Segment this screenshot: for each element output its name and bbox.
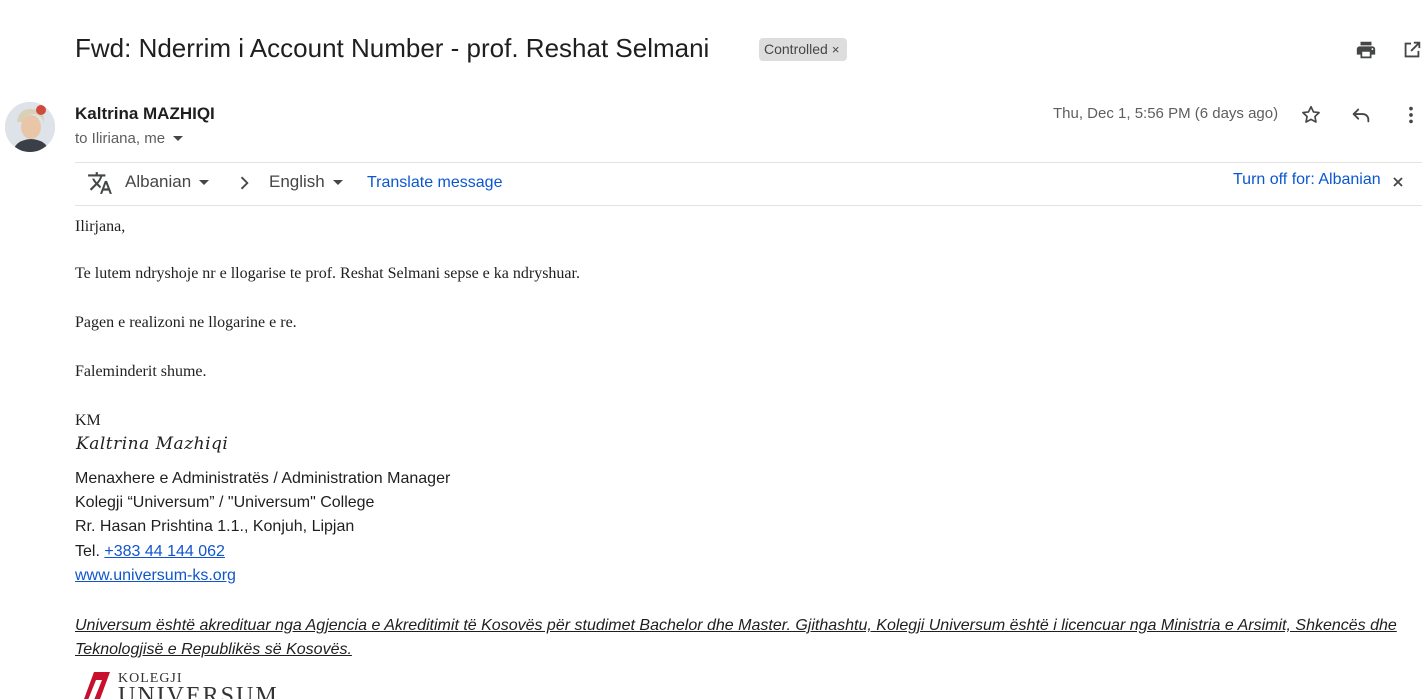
sender-avatar[interactable] (5, 102, 55, 152)
chevron-down-icon[interactable] (173, 136, 184, 141)
target-language-select[interactable]: English (269, 172, 343, 192)
tel-prefix: Tel. (75, 543, 100, 560)
email-subject: Fwd: Nderrim i Account Number - prof. Re… (75, 33, 710, 63)
label-chip-text: Controlled (764, 41, 828, 57)
print-icon[interactable] (1353, 37, 1379, 63)
accreditation-disclaimer: Universum është akredituar nga Agjencia … (75, 617, 1397, 658)
website-link[interactable]: www.universum-ks.org (75, 567, 236, 585)
signature-title: Menaxhere e Administratës / Administrati… (75, 470, 451, 487)
recipients-text: to Iliriana, me (75, 130, 166, 147)
reply-icon[interactable] (1348, 102, 1374, 128)
chevron-down-icon (199, 180, 210, 186)
target-language-label: English (269, 172, 325, 191)
turn-off-translation-link[interactable]: Turn off for: Albanian (1233, 171, 1381, 189)
logo-big-text: UNIVERSUM (118, 683, 279, 699)
more-vert-icon[interactable] (1398, 102, 1422, 128)
email-date: Thu, Dec 1, 5:56 PM (6 days ago) (1053, 105, 1279, 122)
body-line-3: Faleminderit shume. (75, 363, 207, 380)
handwritten-signature: Kaltrina Mazhiqi (76, 434, 229, 454)
signature-phone-line: Tel. +383 44 144 062 (75, 543, 225, 561)
label-chip-controlled[interactable]: Controlled × (759, 38, 848, 61)
chevron-down-icon (332, 180, 343, 186)
recipients[interactable]: to Iliriana, me (75, 130, 184, 147)
open-new-window-icon[interactable] (1399, 37, 1422, 63)
source-language-label: Albanian (125, 172, 192, 191)
star-icon[interactable] (1298, 102, 1324, 128)
body-greeting: Ilirjana, (75, 218, 126, 235)
body-line-2: Pagen e realizoni ne llogarine e re. (75, 314, 297, 331)
translate-icon (87, 170, 113, 196)
chevron-right-icon (234, 173, 254, 193)
label-remove-icon[interactable]: × (832, 42, 840, 57)
signature-address: Rr. Hasan Prishtina 1.1., Konjuh, Lipjan (75, 518, 355, 535)
body-line-1: Te lutem ndryshoje nr e llogarise te pro… (75, 265, 580, 282)
body-initials: KM (75, 412, 101, 429)
translate-message-link[interactable]: Translate message (367, 174, 502, 192)
sender-name[interactable]: Kaltrina MAZHIQI (75, 104, 215, 124)
signature-college: Kolegji “Universum” / "Universum" Colleg… (75, 494, 375, 511)
universum-logo: KOLEGJI UNIVERSUM (80, 670, 330, 699)
source-language-select[interactable]: Albanian (125, 172, 210, 192)
phone-link[interactable]: +383 44 144 062 (104, 543, 225, 560)
close-icon[interactable] (1391, 175, 1405, 189)
